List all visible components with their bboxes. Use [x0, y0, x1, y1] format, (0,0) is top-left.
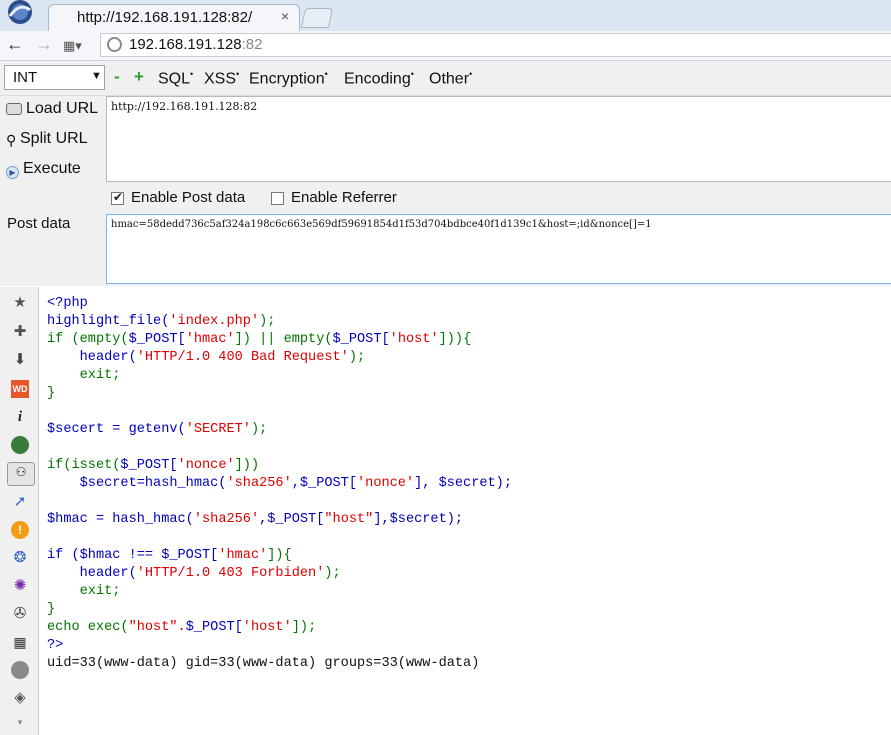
tab-strip: http://192.168.191.128:82/ ×: [0, 0, 891, 32]
code-line: exit;: [47, 368, 121, 383]
address-text[interactable]: 192.168.191.128:82: [129, 36, 262, 53]
code-line: }: [47, 386, 56, 401]
code-line: highlight_file('index.php');: [47, 314, 276, 329]
info-icon[interactable]: i: [11, 408, 29, 426]
code-line: if ($hmac !== $_POST['hmac']){: [47, 548, 292, 563]
post-data-label: Post data: [7, 215, 71, 232]
palette-icon[interactable]: ✇: [11, 605, 29, 623]
speed-dial-icon[interactable]: ▦▾: [63, 37, 82, 55]
puzzle-icon[interactable]: ✚: [11, 323, 29, 341]
post-data-textarea[interactable]: hmac=58dedd736c5af324a198c6c663e569df596…: [106, 214, 891, 284]
code-line: echo exec("host".$_POST['host']);: [47, 620, 317, 635]
code-line: header('HTTP/1.0 403 Forbiden');: [47, 566, 341, 581]
menu-sql[interactable]: SQL•: [158, 69, 193, 88]
split-url-button[interactable]: ⚲ Split URL: [6, 130, 88, 148]
code-line: $secret=hash_hmac('sha256',$_POST['nonce…: [47, 476, 513, 491]
cursor-select-icon[interactable]: ➚: [11, 493, 29, 511]
navigation-bar: ← → ▦▾ 192.168.191.128:82: [0, 31, 891, 61]
hackbar-toolbar: INT ▼ - + SQL• XSS• Encryption• Encoding…: [0, 61, 891, 96]
browser-tab[interactable]: http://192.168.191.128:82/ ×: [48, 4, 300, 32]
back-arrow-icon[interactable]: ←: [6, 35, 24, 53]
code-line: ?>: [47, 638, 64, 653]
split-url-icon: ⚲: [6, 132, 17, 148]
tab-close-icon[interactable]: ×: [281, 8, 289, 24]
increase-icon[interactable]: +: [134, 67, 144, 87]
bookmark-star-icon[interactable]: ★: [11, 294, 29, 312]
type-select[interactable]: INT ▼: [4, 65, 105, 90]
decrease-icon[interactable]: -: [114, 67, 120, 87]
load-url-icon: [6, 103, 22, 115]
dropdown-arrow-icon: ▼: [91, 70, 102, 82]
globe-icon: [107, 37, 122, 52]
type-select-value: INT: [13, 69, 38, 86]
php-source-code: <?php highlight_file('index.php'); if (e…: [47, 295, 512, 673]
code-line: if(isset($_POST['nonce'])): [47, 458, 260, 473]
tab-title: http://192.168.191.128:82/: [77, 9, 253, 26]
load-url-button[interactable]: Load URL: [6, 100, 98, 118]
web-developer-icon[interactable]: WD: [11, 380, 29, 398]
code-line: $secert = getenv('SECRET');: [47, 422, 268, 437]
code-line: $hmac = hash_hmac('sha256',$_POST["host"…: [47, 512, 464, 527]
gray-ball-icon[interactable]: [11, 661, 29, 679]
green-ball-icon[interactable]: [11, 436, 29, 454]
menu-encoding[interactable]: Encoding•: [344, 69, 414, 88]
enable-post-checkbox[interactable]: [111, 190, 124, 205]
url-value: http://192.168.191.128:82: [111, 100, 258, 113]
hackbar-toggle-icon[interactable]: ⚇: [7, 462, 35, 486]
warning-icon[interactable]: !: [11, 521, 29, 539]
execute-button[interactable]: ▶ Execute: [6, 160, 81, 179]
address-port: :82: [241, 36, 263, 53]
enable-referrer-label: Enable Referrer: [291, 189, 397, 206]
firefox-logo-icon[interactable]: [3, 0, 37, 26]
menu-other[interactable]: Other•: [429, 69, 472, 88]
swirl-icon[interactable]: ❂: [11, 549, 29, 567]
tag-icon[interactable]: ◈: [11, 689, 29, 707]
download-arrow-icon[interactable]: ⬇: [11, 351, 29, 369]
address-host: 192.168.191.128: [129, 36, 242, 53]
code-line: <?php: [47, 296, 88, 311]
url-textarea[interactable]: http://192.168.191.128:82: [106, 96, 891, 182]
execute-icon: ▶: [6, 166, 19, 179]
new-tab-button[interactable]: [300, 8, 334, 28]
post-data-value: hmac=58dedd736c5af324a198c6c663e569df596…: [111, 219, 652, 230]
address-bar[interactable]: 192.168.191.128:82: [100, 33, 891, 57]
scroll-down-icon[interactable]: ▾: [11, 713, 29, 731]
enable-referrer-checkbox[interactable]: [271, 192, 284, 205]
command-output: uid=33(www-data) gid=33(www-data) groups…: [47, 656, 480, 671]
page-content: <?php highlight_file('index.php'); if (e…: [39, 287, 891, 735]
enable-post-label: Enable Post data: [131, 189, 246, 206]
addon-sidebar: ★ ✚ ⬇ WD i ⚇ ➚ ! ❂ ✺ ✇ ▦ ◈ ▾: [0, 287, 39, 735]
virus-icon[interactable]: ✺: [11, 577, 29, 595]
code-line: if (empty($_POST['hmac']) || empty($_POS…: [47, 332, 472, 347]
table-grid-icon[interactable]: ▦: [11, 633, 29, 651]
code-line: exit;: [47, 584, 121, 599]
menu-xss[interactable]: XSS•: [204, 69, 239, 88]
menu-encryption[interactable]: Encryption•: [249, 69, 328, 88]
code-line: }: [47, 602, 56, 617]
code-line: header('HTTP/1.0 400 Bad Request');: [47, 350, 366, 365]
forward-arrow-icon[interactable]: →: [35, 35, 53, 53]
